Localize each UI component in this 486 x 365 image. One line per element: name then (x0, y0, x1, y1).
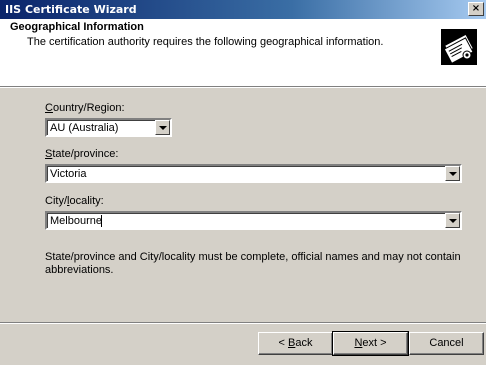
city-dropdown-button[interactable] (445, 213, 460, 228)
wizard-window: IIS Certificate Wizard × Geographical In… (0, 0, 486, 365)
window-title: IIS Certificate Wizard (5, 3, 137, 16)
page-title: Geographical Information (10, 21, 144, 33)
page-subtitle: The certification authority requires the… (27, 36, 384, 48)
state-label: State/province: (45, 148, 119, 160)
city-value: Melbourne (50, 215, 102, 227)
close-icon: × (471, 3, 481, 14)
state-value: Victoria (50, 168, 87, 180)
cancel-button[interactable]: Cancel (409, 332, 484, 355)
state-dropdown-button[interactable] (445, 166, 460, 181)
header-divider (0, 86, 486, 88)
instruction-note: State/province and City/locality must be… (45, 251, 461, 276)
country-select[interactable]: AU (Australia) (45, 118, 172, 137)
certificate-icon (441, 29, 477, 65)
wizard-header: Geographical Information The certificati… (0, 19, 486, 86)
title-bar[interactable]: IIS Certificate Wizard × (0, 0, 486, 19)
country-dropdown-button[interactable] (155, 120, 170, 135)
next-button[interactable]: Next > (332, 331, 409, 356)
country-value: AU (Australia) (50, 122, 119, 134)
text-caret (101, 215, 102, 227)
city-label: City/locality: (45, 195, 104, 207)
back-button[interactable]: < Back (258, 332, 333, 355)
country-label: Country/Region: (45, 102, 125, 114)
state-combobox[interactable]: Victoria (45, 164, 462, 183)
close-button[interactable]: × (468, 2, 484, 16)
city-combobox[interactable]: Melbourne (45, 211, 462, 230)
footer-divider (0, 322, 486, 324)
